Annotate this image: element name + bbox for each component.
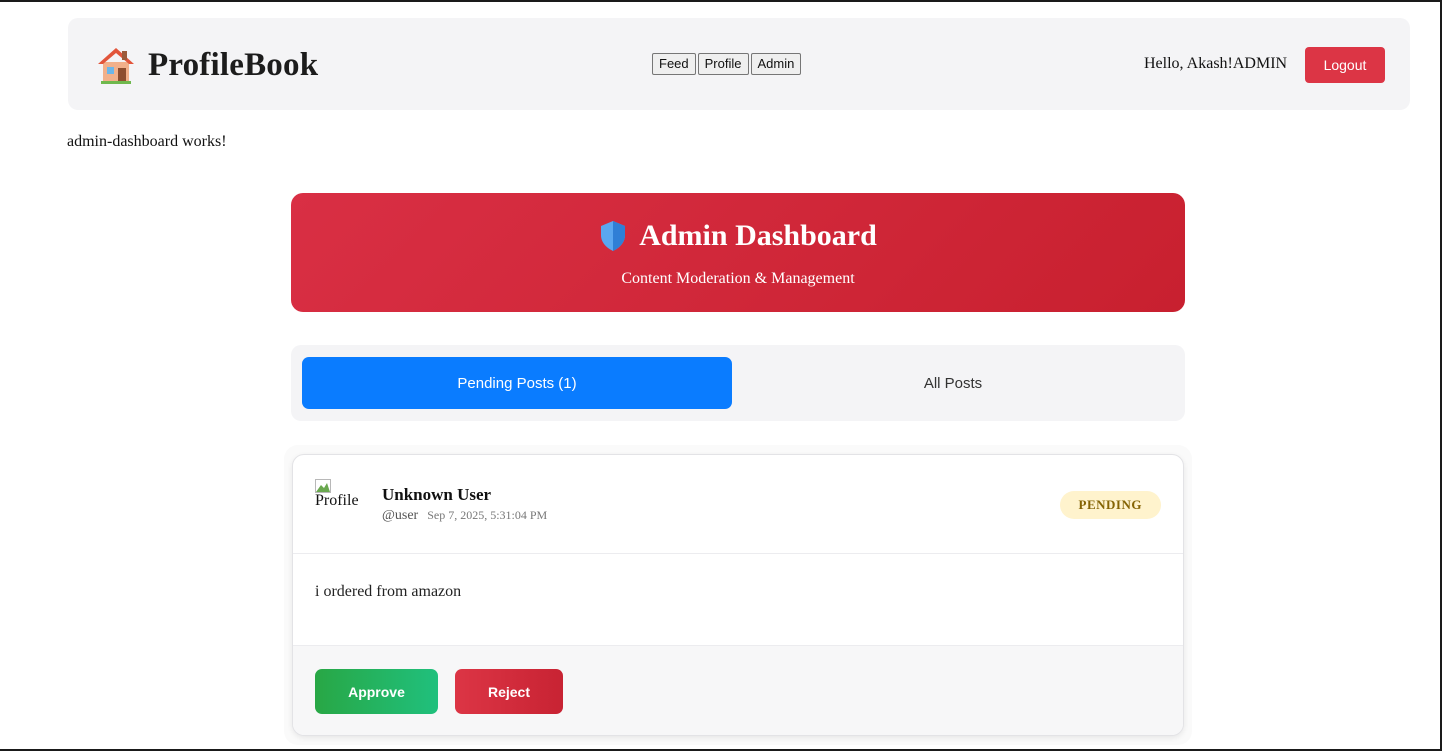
admin-header-banner: Admin Dashboard Content Moderation & Man… <box>291 193 1185 312</box>
admin-title-row: Admin Dashboard <box>291 219 1185 253</box>
nav-profile-button[interactable]: Profile <box>697 53 749 75</box>
reject-button[interactable]: Reject <box>455 669 563 714</box>
broken-image-icon <box>315 479 331 493</box>
logout-button[interactable]: Logout <box>1305 47 1385 83</box>
post-author-name: Unknown User <box>382 485 492 504</box>
app-window: ProfileBook Feed Profile Admin Hello, Ak… <box>0 0 1442 751</box>
top-navbar: ProfileBook Feed Profile Admin Hello, Ak… <box>68 18 1410 110</box>
moderation-tabs: Pending Posts (1) All Posts <box>291 345 1185 421</box>
tab-pending-posts[interactable]: Pending Posts (1) <box>302 357 732 409</box>
avatar: Profile <box>315 479 369 519</box>
user-greeting: Hello, Akash!ADMIN <box>1144 55 1288 72</box>
nav-admin-button[interactable]: Admin <box>750 53 802 75</box>
brand[interactable]: ProfileBook <box>96 46 318 84</box>
status-badge: PENDING <box>1059 491 1161 519</box>
nav-links: Feed Profile Admin <box>652 53 802 75</box>
page-title: Admin Dashboard <box>639 219 877 252</box>
nav-feed-button[interactable]: Feed <box>652 53 696 75</box>
tab-all-posts[interactable]: All Posts <box>732 357 1174 409</box>
approve-button[interactable]: Approve <box>315 669 438 714</box>
page-subtitle: Content Moderation & Management <box>621 270 855 287</box>
brand-title: ProfileBook <box>148 46 319 83</box>
post-card-actions: Approve Reject <box>293 645 1183 735</box>
avatar-alt-text: Profile <box>315 492 359 509</box>
post-card-body: i ordered from amazon <box>293 555 1183 645</box>
post-card: Profile Unknown User @user Sep 7, 2025, … <box>292 454 1184 736</box>
post-card-header: Profile Unknown User @user Sep 7, 2025, … <box>293 455 1183 554</box>
post-timestamp: Sep 7, 2025, 5:31:04 PM <box>427 508 548 522</box>
post-content: i ordered from amazon <box>315 583 462 600</box>
post-author-meta: @user Sep 7, 2025, 5:31:04 PM <box>382 508 547 524</box>
house-icon <box>98 48 134 84</box>
shield-icon <box>601 221 626 251</box>
post-author-handle: @user <box>382 508 419 523</box>
component-status-text: admin-dashboard works! <box>67 133 227 150</box>
